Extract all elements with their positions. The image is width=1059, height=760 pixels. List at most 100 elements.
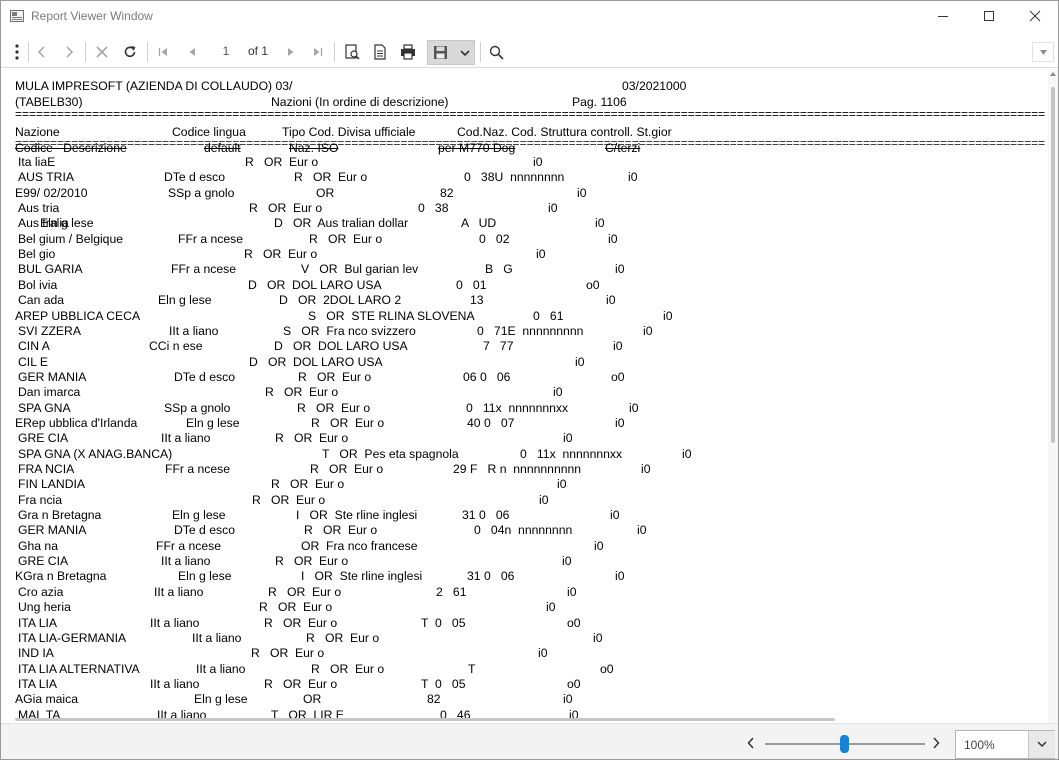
- row-country: AREP UBBLICA CECA: [15, 308, 141, 323]
- more-button[interactable]: [11, 41, 23, 63]
- row-language: IIt a liano: [161, 431, 211, 446]
- page-number-input[interactable]: 1: [219, 44, 233, 58]
- row-currency: R OR Eur o: [252, 492, 326, 507]
- maximize-button[interactable]: [966, 1, 1012, 32]
- row-flag: o0: [567, 615, 581, 630]
- row-country: Bel gio: [18, 247, 56, 262]
- row-country: E99/ 02/2010: [15, 185, 88, 200]
- row-language: FFr a ncese: [178, 231, 244, 246]
- last-page-icon: [314, 48, 323, 56]
- row-country: Cro azia: [18, 584, 64, 599]
- row-currency: R OR Eur o: [311, 661, 385, 676]
- zoom-in-icon[interactable]: [932, 737, 940, 749]
- page-setup-button[interactable]: [370, 41, 390, 63]
- forward-icon: [66, 46, 74, 58]
- row-flag: i0: [663, 308, 673, 323]
- stop-button[interactable]: [93, 41, 111, 63]
- row-currency: D OR DOL LARO USA: [249, 354, 383, 369]
- vertical-scrollbar[interactable]: [1048, 69, 1058, 723]
- zoom-dropdown-button[interactable]: [1028, 731, 1055, 758]
- toolbar-expand-button[interactable]: [1032, 42, 1054, 62]
- row-currency: R OR Eur o: [309, 231, 383, 246]
- row-currency: R OR Eur o: [249, 201, 323, 216]
- row-language: Eln g lese: [186, 415, 240, 430]
- row-country: Dan imarca: [18, 385, 81, 400]
- row-currency: R OR Eur o: [311, 415, 385, 430]
- row-language: CCi n ese: [149, 339, 203, 354]
- row-country: GRE CIA: [18, 554, 69, 569]
- row-flag: i0: [643, 323, 653, 338]
- back-button[interactable]: [33, 41, 51, 63]
- row-language: FFr a ncese: [156, 538, 222, 553]
- row-codes: 29 F R n nnnnnnnnnn: [453, 462, 582, 476]
- row-language: DTe d esco: [164, 170, 225, 185]
- row-language: Eln g lese: [158, 293, 212, 308]
- row-language: FFr a ncese: [165, 462, 231, 476]
- row-country: SPA GNA: [18, 400, 71, 415]
- forward-button[interactable]: [60, 41, 78, 63]
- row-codes: 13: [470, 293, 484, 308]
- row-flag: i0: [539, 492, 549, 507]
- row-codes: T 0 05: [421, 615, 466, 630]
- next-page-button[interactable]: [282, 41, 300, 63]
- row-flag: i0: [563, 692, 573, 707]
- horizontal-scroll-thumb[interactable]: [15, 718, 835, 721]
- close-button[interactable]: [1012, 1, 1058, 32]
- row-flag: i0: [595, 216, 605, 231]
- report-viewport[interactable]: MULA IMPRESOFT (AZIENDA DI COLLAUDO) 03/…: [1, 69, 1058, 723]
- more-vertical-icon: [15, 44, 19, 60]
- row-currency: R OR Eur o: [310, 462, 384, 476]
- close-icon: [1029, 10, 1041, 22]
- row-language: SSp a gnolo: [164, 400, 231, 415]
- search-button[interactable]: [486, 41, 506, 63]
- row-flag: i0: [682, 446, 692, 461]
- last-page-button[interactable]: [309, 41, 327, 63]
- back-icon: [37, 46, 45, 58]
- row-country: SVI ZZERA: [18, 323, 81, 338]
- row-flag: i0: [575, 354, 585, 369]
- row-currency: D OR Aus tralian dollar: [274, 216, 409, 231]
- row-currency: R OR Eur o: [251, 646, 325, 661]
- row-codes: 82: [427, 692, 441, 707]
- row-flag: i0: [553, 385, 563, 400]
- document-map-button[interactable]: [342, 41, 362, 63]
- scroll-up-icon[interactable]: [1050, 72, 1056, 76]
- refresh-button[interactable]: [121, 41, 139, 63]
- save-button[interactable]: [427, 40, 475, 65]
- row-country: Bol ivia: [18, 277, 58, 292]
- toolbar-expand-icon: [1040, 50, 1047, 55]
- report-period: 03/2021000: [622, 79, 687, 93]
- previous-page-button[interactable]: [183, 41, 201, 63]
- search-icon: [489, 45, 504, 60]
- row-country: KGra n Bretagna: [15, 569, 107, 584]
- row-flag: i0: [629, 400, 639, 415]
- row-country: IND IA: [18, 646, 54, 661]
- window-title: Report Viewer Window: [31, 9, 153, 23]
- row-currency: T OR Pes eta spagnola: [322, 446, 459, 461]
- minimize-button[interactable]: [920, 1, 966, 32]
- row-language: DTe d esco: [174, 523, 235, 538]
- print-button[interactable]: [398, 41, 418, 63]
- stop-icon: [96, 46, 108, 58]
- row-codes: 0 02: [479, 231, 510, 246]
- report-viewer-window: Report Viewer Window 1 of 1 MULA IMPRESO…: [0, 0, 1059, 760]
- zoom-out-icon[interactable]: [747, 737, 755, 749]
- row-flag: i0: [563, 431, 573, 446]
- row-currency: R OR Eur o: [264, 676, 338, 691]
- row-language: Eln g lese: [194, 692, 248, 707]
- row-codes: 06 0 06: [463, 369, 511, 384]
- report-company: MULA IMPRESOFT (AZIENDA DI COLLAUDO) 03/: [15, 79, 293, 93]
- first-page-button[interactable]: [154, 41, 172, 63]
- vertical-scroll-thumb[interactable]: [1051, 87, 1055, 443]
- row-codes: 0 38U nnnnnnnn: [464, 170, 565, 185]
- row-currency: R OR Eur o: [264, 615, 338, 630]
- zoom-slider-thumb[interactable]: [840, 735, 849, 753]
- first-page-icon: [158, 48, 167, 56]
- row-flag: i0: [557, 477, 567, 492]
- row-codes: 0 61: [533, 308, 564, 323]
- zoom-select[interactable]: 100%: [955, 730, 1055, 759]
- row-codes: 40 0 07: [467, 415, 515, 430]
- row-country: Gra n Bretagna: [18, 508, 102, 523]
- row-codes: 0 38: [418, 201, 449, 216]
- toolbar-separator: [334, 42, 335, 62]
